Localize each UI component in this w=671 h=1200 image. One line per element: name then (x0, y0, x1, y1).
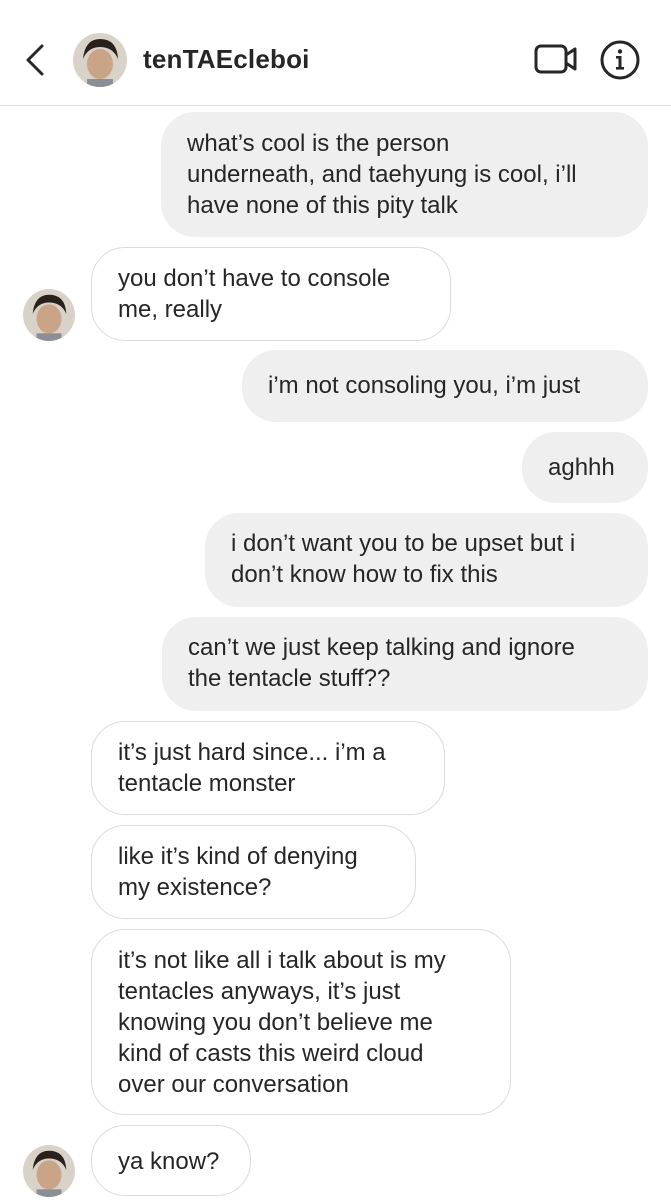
chat-username[interactable]: tenTAEcleboi (143, 44, 310, 75)
message-bubble-outgoing[interactable]: what’s cool is the person underneath, an… (161, 112, 648, 237)
info-icon (600, 40, 640, 80)
profile-avatar[interactable] (73, 33, 127, 87)
message-bubble-outgoing[interactable]: can’t we just keep talking and ignore th… (162, 617, 648, 711)
message-bubble-outgoing[interactable]: i’m not consoling you, i’m just (242, 350, 648, 422)
message-bubble-incoming[interactable]: ya know? (91, 1125, 251, 1196)
message-bubble-outgoing[interactable]: i don’t want you to be upset but i don’t… (205, 513, 648, 607)
info-button[interactable] (599, 39, 641, 81)
video-call-button[interactable] (533, 42, 579, 76)
sender-avatar[interactable] (23, 1145, 75, 1197)
sender-avatar[interactable] (23, 289, 75, 341)
message-bubble-incoming[interactable]: it’s just hard since... i’m a tentacle m… (91, 721, 445, 815)
message-bubble-outgoing[interactable]: aghhh (522, 432, 648, 503)
video-camera-icon (534, 44, 577, 74)
message-bubble-incoming[interactable]: you don’t have to console me, really (91, 247, 451, 341)
message-bubble-incoming[interactable]: like it’s kind of denying my existence? (91, 825, 416, 919)
chat-header: tenTAEcleboi (0, 0, 671, 106)
chevron-left-icon (26, 44, 44, 76)
back-button[interactable] (20, 40, 52, 80)
message-bubble-incoming[interactable]: it’s not like all i talk about is my ten… (91, 929, 511, 1115)
